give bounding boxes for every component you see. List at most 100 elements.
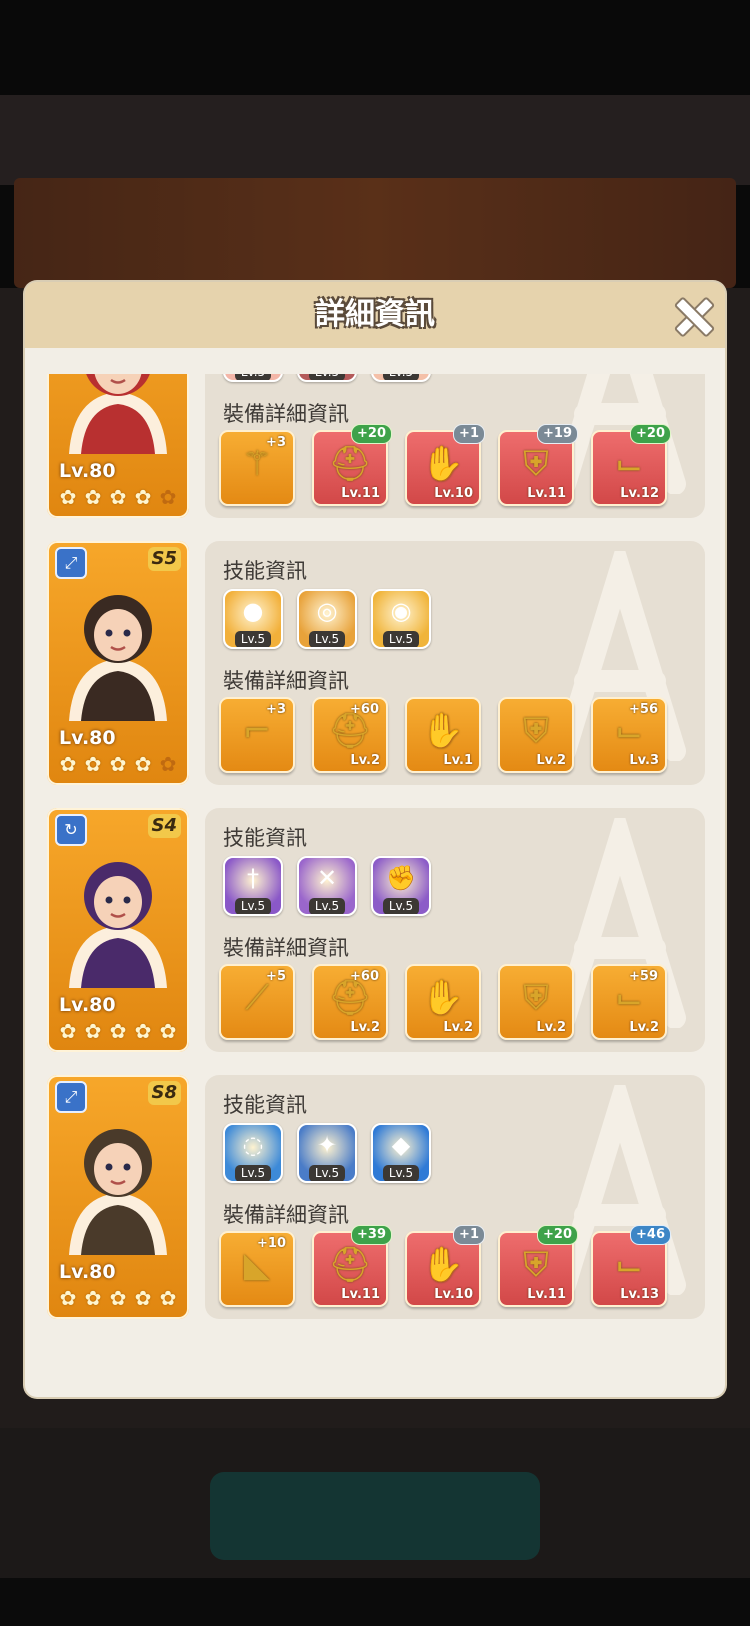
star-icon: ✿ xyxy=(134,752,152,776)
enhance-badge: +56 xyxy=(629,702,658,717)
hero-info-panel: 技能資訊 ● Lv.5 ◎ Lv.5 ◉ Lv.5 裝備詳細資訊 ⌐ +3 ⛑ Lv.2 +60 ✋ Lv.… xyxy=(205,541,705,785)
grade-badge: S8 xyxy=(147,1081,181,1105)
equipment-level: Lv.2 xyxy=(350,1020,380,1035)
skill-slot[interactable]: ◌ Lv.5 xyxy=(223,1123,283,1183)
skill-slot[interactable]: ✕ Lv.5 xyxy=(297,856,357,916)
grade-badge: S5 xyxy=(147,547,181,571)
skill-slot[interactable]: ✊ Lv.5 xyxy=(371,856,431,916)
star-icon: ✿ xyxy=(159,1019,177,1043)
whirlwind-skill-icon: ◌ xyxy=(242,1131,264,1159)
skill-slot[interactable]: † Lv.5 xyxy=(223,856,283,916)
equipment-level: Lv.12 xyxy=(620,486,659,501)
star-rating: ✿ ✿ ✿ ✿ ✿ xyxy=(57,1020,179,1042)
cross-blades-skill-icon: ✕ xyxy=(316,864,338,892)
enhance-badge: +59 xyxy=(629,969,658,984)
skill-level: Lv.5 xyxy=(383,374,419,380)
equipment-level: Lv.2 xyxy=(629,1020,659,1035)
equipment-slot[interactable]: ⛨ Lv.11 +19 xyxy=(498,424,578,506)
skill-slot[interactable]: ● Lv.5 xyxy=(223,589,283,649)
hero-level: Lv.80 xyxy=(59,727,116,749)
equipment-slot[interactable]: ⌐ +3 xyxy=(219,697,295,773)
equipment-slot[interactable]: ⟋ +5 xyxy=(219,964,295,1040)
equipment-slot[interactable]: ⛨ Lv.2 xyxy=(498,964,574,1040)
enhance-badge: +60 xyxy=(350,702,379,717)
equipment-slot[interactable]: ✋ Lv.10 +1 xyxy=(405,424,485,506)
skill-level: Lv.5 xyxy=(309,374,345,380)
equipment-level: Lv.10 xyxy=(434,1287,473,1302)
hero-row: ⤢ S8 Lv.80 ✿ ✿ ✿ ✿ ✿ 技能資訊 ◌ Lv.5 ✦ Lv.5 ◆ Lv.5 裝備詳細資訊 ◣ +… xyxy=(25,1075,725,1325)
equipment-slot[interactable]: ⚚ +3 xyxy=(219,430,295,506)
hero-info-panel: 技能資訊 ◌ Lv.5 ✦ Lv.5 ◆ Lv.5 裝備詳細資訊 ◣ +10 ⛑ Lv.11 +39 ✋ L… xyxy=(205,1075,705,1319)
skill-slot[interactable]: ✿Lv.5 xyxy=(223,374,283,382)
fist-skill-icon: ✊ xyxy=(386,864,416,892)
equipment-level: Lv.11 xyxy=(341,1287,380,1302)
equipment-slot[interactable]: ⛑ Lv.2 +60 xyxy=(312,964,388,1040)
armor-icon: ⛨ xyxy=(523,711,549,751)
star-icon: ✿ xyxy=(159,1286,177,1310)
hero-card[interactable]: ⤢ S5 Lv.80 ✿ ✿ ✿ ✿ ✿ xyxy=(47,541,189,785)
skill-slot[interactable]: ◎ Lv.5 xyxy=(297,589,357,649)
hero-card[interactable]: ↻ S4 Lv.80 ✿ ✿ ✿ ✿ ✿ xyxy=(47,808,189,1052)
star-icon: ✿ xyxy=(134,1286,152,1310)
equipment-slot[interactable]: ⌙ Lv.13 +46 xyxy=(591,1225,671,1307)
hero-level: Lv.80 xyxy=(59,460,116,482)
coin-shot-skill-icon: ◉ xyxy=(390,597,412,625)
equipment-slot[interactable]: ⌙ Lv.2 +59 xyxy=(591,964,667,1040)
hero-list[interactable]: Lv.80✿✿✿✿✿技能資訊✿Lv.5♛Lv.5❦Lv.5裝備詳細資訊⚚+3⛑L… xyxy=(25,374,725,1384)
close-button[interactable] xyxy=(673,296,716,338)
equipment-slot[interactable]: ✋ Lv.2 xyxy=(405,964,481,1040)
equipment-level: Lv.3 xyxy=(629,753,659,768)
skill-slot[interactable]: ♛Lv.5 xyxy=(297,374,357,382)
equipment-level: Lv.11 xyxy=(527,1287,566,1302)
star-icon: ✿ xyxy=(84,752,102,776)
star-icon: ✿ xyxy=(159,752,177,776)
cannon-skill-icon: ✦ xyxy=(316,1131,338,1159)
skill-slot[interactable]: ❦Lv.5 xyxy=(371,374,431,382)
hero-card[interactable]: Lv.80 ✿ ✿ ✿ ✿ ✿ xyxy=(47,374,189,518)
hero-card[interactable]: ⤢ S8 Lv.80 ✿ ✿ ✿ ✿ ✿ xyxy=(47,1075,189,1319)
gauntlet-icon: ✋ xyxy=(421,444,465,484)
equipment-slot[interactable]: ⛑ Lv.2 +60 xyxy=(312,697,388,773)
equipment-label: 裝備詳細資訊 xyxy=(223,402,349,426)
crossbow-class-icon: ⤢ xyxy=(55,1081,87,1113)
star-rating: ✿ ✿ ✿ ✿ ✿ xyxy=(57,753,179,775)
star-rating: ✿ ✿ ✿ ✿ ✿ xyxy=(57,486,179,508)
star-icon: ✿ xyxy=(109,1286,127,1310)
enhance-badge: +1 xyxy=(453,1225,485,1245)
boots-icon: ⌙ xyxy=(614,444,644,484)
skills-label: 技能資訊 xyxy=(223,826,307,850)
enhance-badge: +1 xyxy=(453,424,485,444)
equipment-slot[interactable]: ⛨ Lv.2 xyxy=(498,697,574,773)
rogue-class-icon: ↻ xyxy=(55,814,87,846)
equipment-slot[interactable]: ✋ Lv.10 +1 xyxy=(405,1225,485,1307)
star-rating: ✿ ✿ ✿ ✿ ✿ xyxy=(57,1287,179,1309)
skill-slot[interactable]: ✦ Lv.5 xyxy=(297,1123,357,1183)
enhance-badge: +46 xyxy=(630,1225,671,1245)
equipment-level: Lv.11 xyxy=(341,486,380,501)
equipment-slot[interactable]: ⌙ Lv.3 +56 xyxy=(591,697,667,773)
equipment-slot[interactable]: ⛑ Lv.11 +20 xyxy=(312,424,392,506)
equipment-label: 裝備詳細資訊 xyxy=(223,936,349,960)
equipment-label: 裝備詳細資訊 xyxy=(223,669,349,693)
enhance-badge: +20 xyxy=(351,424,392,444)
skill-level: Lv.5 xyxy=(235,1165,271,1181)
grade-badge: S4 xyxy=(147,814,181,838)
enhance-badge: +20 xyxy=(537,1225,578,1245)
equipment-slot[interactable]: ⛑ Lv.11 +39 xyxy=(312,1225,392,1307)
armor-icon: ⛨ xyxy=(523,1245,549,1285)
helmet-icon: ⛑ xyxy=(328,444,372,484)
skill-slot[interactable]: ◉ Lv.5 xyxy=(371,589,431,649)
hero-row: Lv.80✿✿✿✿✿技能資訊✿Lv.5♛Lv.5❦Lv.5裝備詳細資訊⚚+3⛑L… xyxy=(25,374,725,524)
star-icon: ✿ xyxy=(59,752,77,776)
coin-toss-skill-icon: ● xyxy=(242,597,264,625)
equipment-slot[interactable]: ⛨ Lv.11 +20 xyxy=(498,1225,578,1307)
star-icon: ✿ xyxy=(84,1286,102,1310)
equipment-slot[interactable]: ◣ +10 xyxy=(219,1231,295,1307)
star-icon: ✿ xyxy=(109,1019,127,1043)
equipment-slot[interactable]: ⌙ Lv.12 +20 xyxy=(591,424,671,506)
star-icon: ✿ xyxy=(59,485,77,509)
enhance-badge: +5 xyxy=(266,969,286,984)
equipment-slot[interactable]: ✋ Lv.1 xyxy=(405,697,481,773)
skill-slot[interactable]: ◆ Lv.5 xyxy=(371,1123,431,1183)
enhance-badge: +3 xyxy=(266,702,286,717)
